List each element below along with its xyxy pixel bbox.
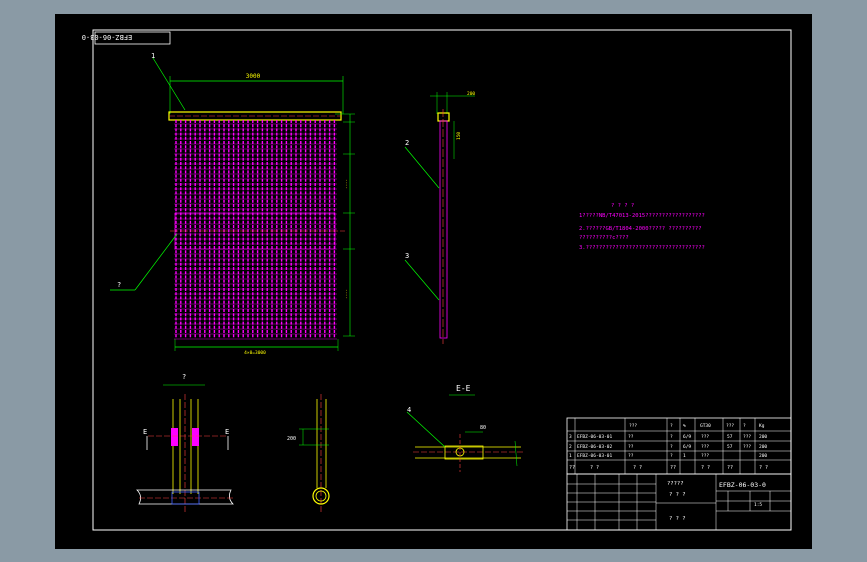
callout-4: 4	[407, 406, 411, 414]
front-view: 3000 1 ? ---- ---- 4×0=3000	[110, 52, 355, 356]
parts-footer: ?? ? ? ? ??? ? ??? ? ?	[569, 465, 768, 471]
table-footer-cell: ? ?	[701, 465, 710, 471]
detail-view: ? E E	[136, 373, 234, 514]
table-cell: ???	[701, 453, 709, 459]
table-cell: ???	[743, 434, 751, 440]
table-cell: EFBZ-06-03-01	[577, 434, 613, 440]
table-cell: ?	[670, 444, 673, 450]
section-ee: E-E 80 4	[406, 384, 523, 472]
notes-title: ? ? ? ?	[611, 203, 634, 209]
table-cell: ?	[670, 434, 673, 440]
detail-label: ?	[182, 373, 186, 381]
table-cell: ??	[628, 434, 634, 440]
callout-1: 1	[151, 52, 155, 60]
table-cell: EFBZ-06-03-02	[577, 444, 613, 450]
table-cell: 57	[727, 434, 733, 440]
drawing-canvas: EFBZ-06-03-0 3000 1 ? ---- ---- 4×0=3000…	[55, 14, 812, 549]
bottom-width-dim: 4×0=3000	[244, 350, 266, 356]
table-cell: 6/9	[683, 434, 691, 440]
table-cell: ???	[701, 434, 709, 440]
side-width-dim: 200	[467, 91, 475, 97]
table-cell: ???	[701, 444, 709, 450]
table-cell: 200	[759, 444, 767, 450]
table-header-a: ???	[726, 423, 734, 429]
callout-2: 2	[405, 139, 409, 147]
svg-text:----: ----	[344, 179, 349, 189]
section-label: E-E	[456, 384, 471, 393]
table-footer-cell: ??	[727, 465, 733, 471]
svg-text:----: ----	[344, 289, 349, 299]
table-cell: 1	[683, 453, 686, 459]
table-cell: 3	[569, 434, 572, 440]
table-cell: ?	[670, 453, 673, 459]
table-cell: ??	[628, 444, 634, 450]
ee-dim: 80	[480, 425, 486, 431]
table-footer-cell: ? ?	[590, 465, 599, 471]
table-cell: ???	[743, 444, 751, 450]
drawing-scale: 1:5	[754, 502, 762, 508]
technical-notes: ? ? ? ? 1?????NB/T47013-2015????????????…	[579, 203, 705, 251]
table-footer-cell: ? ?	[633, 465, 642, 471]
parts-rows: 3 EFBZ-06-03-01??? 6/9??? 57??? 200 2 EFBZ-06-…	[569, 434, 767, 459]
table-header-name: ???	[629, 423, 637, 429]
title-block: ????? ? ? ? ? ? ? EFBZ-06-03-0 1:5	[566, 473, 792, 531]
side-tube	[439, 120, 448, 339]
table-cell: 6/9	[683, 444, 691, 450]
callout-3: 3	[405, 252, 409, 260]
table-footer-cell: ??	[569, 465, 575, 471]
table-footer-cell: ? ?	[759, 465, 768, 471]
cut-label-right: E	[225, 428, 229, 436]
table-cell: 200	[759, 434, 767, 440]
table-cell: EFBZ-06-03-01	[577, 453, 613, 459]
tube-bundle	[174, 120, 337, 340]
side-h-dim: 150	[456, 132, 462, 140]
note-2-cont: ??????????c????	[579, 235, 629, 241]
detail-h-dim: 200	[287, 436, 296, 442]
table-cell: 2	[569, 444, 572, 450]
cut-label-left: E	[143, 428, 147, 436]
drawing-name: ? ? ?	[669, 492, 686, 498]
cad-drawing: EFBZ-06-03-0 3000 1 ? ---- ---- 4×0=3000…	[82, 29, 792, 531]
callout-left: ?	[117, 281, 121, 289]
drawing-code: EFBZ-06-03-0	[719, 481, 766, 489]
title-tab: EFBZ-06-03-0	[82, 31, 171, 45]
table-header-pct: %	[683, 423, 686, 429]
company-name: ?????	[667, 481, 684, 487]
top-width-dim: 3000	[246, 73, 261, 80]
parts-table: ??? ? % GT30 ??? ? Kg 3 EFBZ-06-03-01??? 6…	[566, 417, 792, 475]
table-cell: 1	[569, 453, 572, 459]
table-header-qty: ?	[670, 423, 673, 429]
table-footer-cell: ??	[670, 465, 676, 471]
table-header-b: ?	[743, 423, 746, 429]
table-cell: 57	[727, 444, 733, 450]
note-2: 2.??????GB/T1804-2000????? ??????????	[579, 226, 702, 232]
title-tab-text: EFBZ-06-03-0	[82, 33, 133, 41]
pipe-end-detail: 200	[287, 394, 330, 512]
table-header-mat: GT30	[700, 423, 711, 429]
table-cell: ??	[628, 453, 634, 459]
table-header-kg: Kg	[759, 423, 765, 429]
note-1: 1?????NB/T47013-2015??????????????????	[579, 213, 705, 219]
table-cell: 200	[759, 453, 767, 459]
side-view: 200 150 2 3	[404, 91, 475, 344]
drawing-name-bottom: ? ? ?	[669, 516, 686, 522]
note-3: 3.????????????????????????????????????	[579, 245, 705, 251]
